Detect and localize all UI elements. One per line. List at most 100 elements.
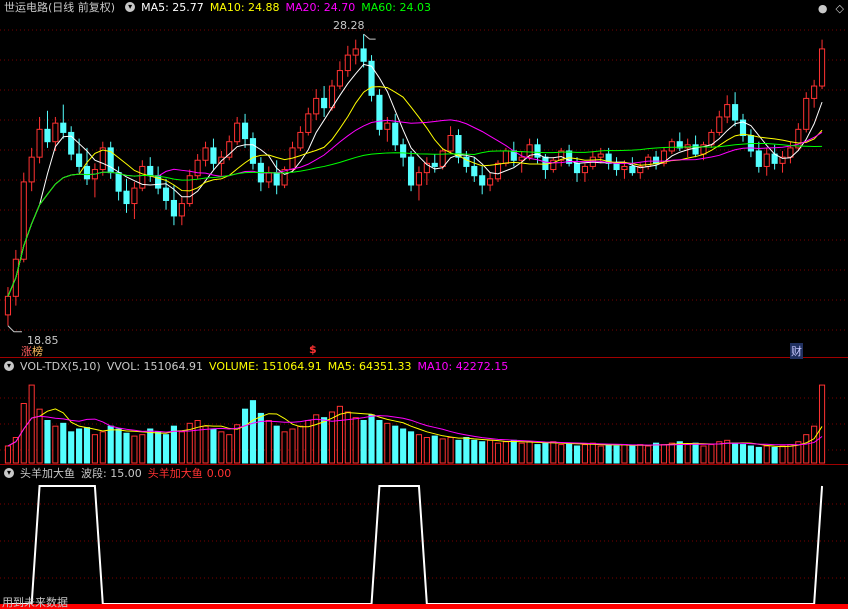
candle-body [732,104,739,121]
volume-bar [139,434,146,464]
volume-bar [573,445,581,464]
candle-body [400,144,407,158]
bottom-signal-bar [0,604,848,609]
volume-bar [739,444,747,464]
volume-bar [811,425,818,464]
volume-bar [415,434,423,464]
volume-bar [534,444,541,464]
candle-body [629,165,636,174]
volume-bar [605,444,612,464]
candle-body [162,187,170,201]
volume-bar [550,441,557,464]
volume-bar [162,434,170,464]
volume-bar [265,420,272,464]
rank-marker: 涨榜 [21,343,43,359]
candle-body [52,122,59,143]
volume-bar [708,444,715,464]
volume-bar [621,444,628,464]
volume-bar [328,411,336,464]
volume-bar [613,445,620,464]
dollar-marker[interactable]: $ [309,343,317,356]
volume-bar [297,425,304,464]
candle-body [194,159,201,177]
volume-bar [60,422,67,464]
candle-body [202,147,209,161]
volume-bar [566,442,573,464]
volume-bar [384,422,391,464]
candle-body [818,48,826,87]
volume-bar [36,408,43,464]
candle-body [336,70,343,87]
volume-bar [4,445,12,464]
volume-bar [502,441,509,464]
volume-bar [20,403,27,464]
candle-body [44,128,51,143]
volume-bar [597,445,604,464]
volume-bar [510,439,517,464]
volume-bar [787,444,794,464]
volume-bar [123,432,130,464]
candle-body [352,48,359,56]
volume-bar [771,446,778,464]
volume-bar [76,428,83,464]
volume-bar [392,425,399,464]
candle-body [123,190,130,205]
volume-bar [692,442,699,464]
ma20-line [7,119,823,297]
volume-bar [463,437,470,464]
volume-bar [321,417,328,464]
candle-body [115,172,122,192]
candle-body [581,165,589,174]
candle-body [241,122,249,140]
volume-bar [241,408,249,464]
candle-body [755,150,762,167]
volume-bar [747,445,754,464]
volume-bar [558,444,565,464]
candle-body [803,97,810,130]
candle-body [811,85,818,99]
candle-body [479,175,486,186]
volume-bar [518,442,525,464]
volume-bar [779,445,786,464]
volume-bar [471,439,478,464]
candle-body [447,135,454,152]
volume-bar [147,428,154,464]
volume-bar [234,424,241,464]
candle-body [265,172,272,183]
volume-bar [803,434,810,464]
volume-bar [99,431,106,464]
volume-bar [289,428,296,464]
candle-body [376,94,383,130]
volume-bar [439,438,446,464]
candle-body [502,150,509,164]
candle-body [621,165,628,171]
candle-body [573,162,581,174]
volume-bar [479,441,486,464]
ma5-line [7,63,823,297]
candle-body [226,141,233,158]
candle-body [471,165,478,177]
candle-body [360,48,367,62]
volume-bar [645,445,652,464]
high-price-label: 28.28 [333,19,365,32]
volume-bar [178,431,185,464]
candle-body [487,178,494,186]
volume-bar [818,384,826,464]
volume-ma5-line [7,408,823,448]
volume-bar [44,420,51,464]
volume-bar [700,445,707,464]
finance-marker[interactable]: 财 [790,343,803,359]
candle-body [76,153,83,167]
candle-body [415,172,423,186]
volume-bar [400,428,407,464]
candle-body [234,122,241,143]
volume-bar [660,444,668,464]
volume-bar [226,434,233,464]
chart-canvas[interactable] [0,0,848,609]
volume-bar [581,444,589,464]
volume-bar [526,441,533,464]
candle-body [344,54,351,72]
volume-bar [131,435,138,464]
candle-body [692,144,699,155]
candle-body [384,122,391,130]
